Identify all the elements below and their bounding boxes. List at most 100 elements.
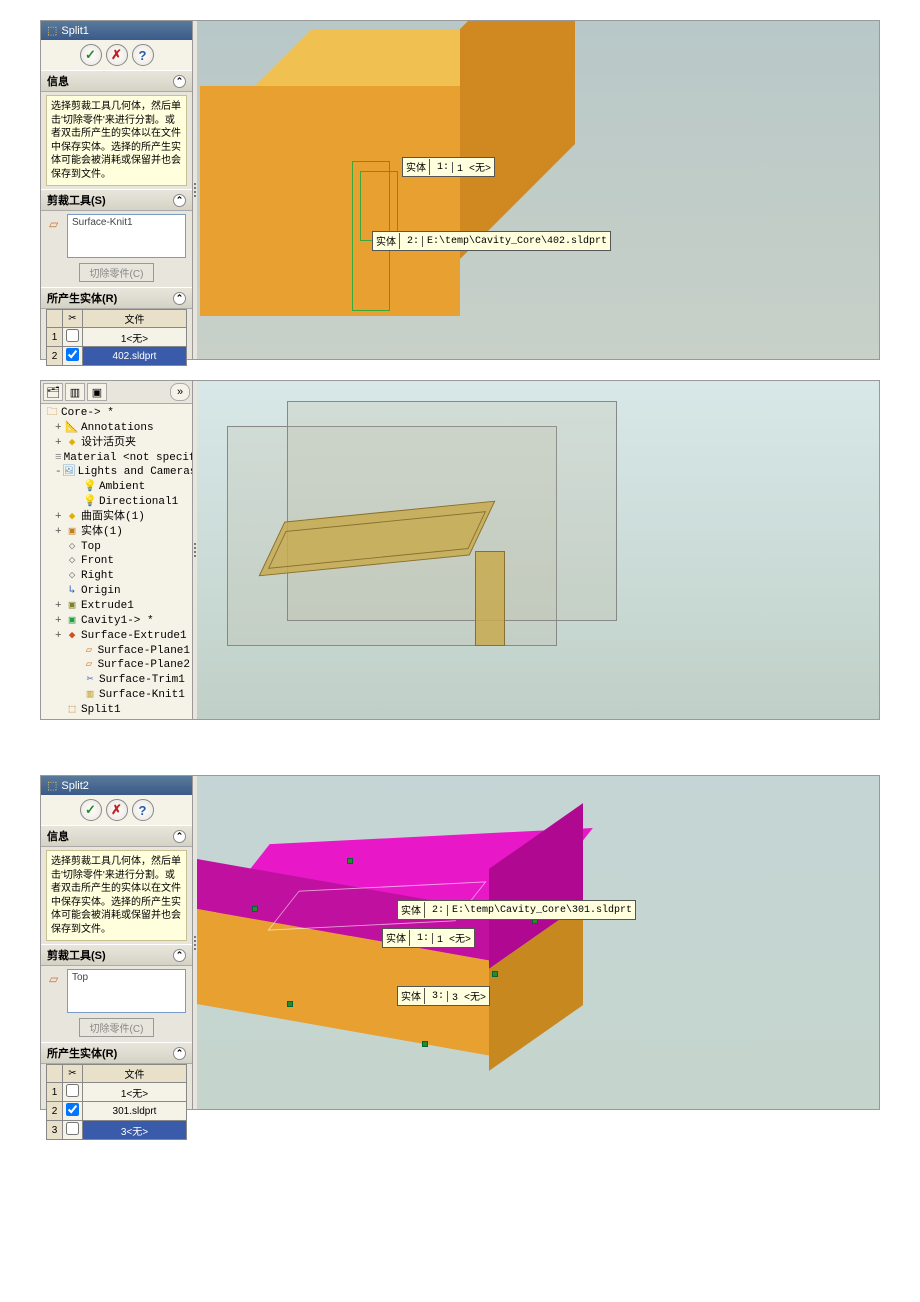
expand-icon[interactable]: + <box>55 436 65 451</box>
tree-item-icon: ▥ <box>83 688 97 703</box>
title-text: Split2 <box>61 780 89 792</box>
body-callout-3[interactable]: 实体 3: 3 <无> <box>397 986 490 1006</box>
tree-root[interactable]: 🗀 Core-> * <box>43 406 190 421</box>
tree-item[interactable]: 💡Directional1 <box>43 495 190 510</box>
help-button[interactable]: ? <box>132 799 154 821</box>
info-text: 选择剪裁工具几何体，然后单击'切除零件'来进行分割。或者双击所产生的实体以在文件… <box>46 95 187 186</box>
info-text: 选择剪裁工具几何体，然后单击'切除零件'来进行分割。或者双击所产生的实体以在文件… <box>46 850 187 941</box>
tree-item-icon: ◆ <box>65 629 79 644</box>
tree-item[interactable]: -🖼Lights and Cameras <box>43 465 190 480</box>
tree-item-icon: ▱ <box>82 658 95 673</box>
tree-item[interactable]: +▣实体(1) <box>43 525 190 540</box>
tree-item[interactable]: ◇Right <box>43 569 190 584</box>
table-row[interactable]: 2 301.sldprt <box>47 1102 187 1121</box>
tree-tabs[interactable]: 🗂 ▥ ▣ » <box>41 381 192 404</box>
tree-item[interactable]: +▣Extrude1 <box>43 599 190 614</box>
tree-item[interactable]: ✂Surface-Trim1 <box>43 673 190 688</box>
tree-item-label: 实体(1) <box>81 525 123 540</box>
feature-title: Split1 <box>41 21 192 40</box>
tree-item-label: Surface-Plane1 <box>98 644 190 659</box>
body-callout-1[interactable]: 实体 1: 1 <无> <box>402 157 495 177</box>
tab-expand[interactable]: » <box>170 383 190 401</box>
cancel-button[interactable]: ✗ <box>106 44 128 66</box>
selection-handle[interactable] <box>422 1041 428 1047</box>
tree-item[interactable]: ◇Front <box>43 554 190 569</box>
table-row[interactable]: 1 1<无> <box>47 328 187 347</box>
tree-item[interactable]: +◆设计活页夹 <box>43 436 190 451</box>
expand-icon[interactable]: + <box>55 421 65 436</box>
info-header[interactable]: 信息 ⌃ <box>41 825 192 847</box>
tree-item-icon: ⬚ <box>65 703 79 718</box>
tree-item[interactable]: 💡Ambient <box>43 480 190 495</box>
tree-item-icon: ▱ <box>82 644 95 659</box>
table-row[interactable]: 1 1<无> <box>47 1083 187 1102</box>
collapse-icon[interactable]: ⌃ <box>173 292 186 305</box>
title-text: Split1 <box>61 25 89 37</box>
ok-button[interactable]: ✓ <box>80 799 102 821</box>
viewport[interactable] <box>197 381 879 719</box>
selection-handle[interactable] <box>252 906 258 912</box>
cancel-button[interactable]: ✗ <box>106 799 128 821</box>
tree-item[interactable]: ▱Surface-Plane2 <box>43 658 190 673</box>
tree-item[interactable]: +◆Surface-Extrude1 <box>43 629 190 644</box>
viewport[interactable]: 实体 1: 1 <无> 实体 2: E:\temp\Cavity_Core\30… <box>197 776 879 1109</box>
help-button[interactable]: ? <box>132 44 154 66</box>
collapse-icon[interactable]: ⌃ <box>173 75 186 88</box>
resulting-bodies-header[interactable]: 所产生实体(R) ⌃ <box>41 287 192 309</box>
cut-part-button[interactable]: 切除零件(C) <box>79 263 155 282</box>
tree-item-icon: ✂ <box>83 673 97 688</box>
body-callout-2[interactable]: 实体 2: E:\temp\Cavity_Core\301.sldprt <box>397 900 636 920</box>
tree-item[interactable]: +▣Cavity1-> * <box>43 614 190 629</box>
selection-handle[interactable] <box>287 1001 293 1007</box>
expand-icon[interactable]: + <box>55 629 65 644</box>
info-header[interactable]: 信息 ⌃ <box>41 70 192 92</box>
viewport[interactable]: 实体 1: 1 <无> 实体 2: E:\temp\Cavity_Core\40… <box>197 21 879 359</box>
tree-item[interactable]: ↳Origin <box>43 584 190 599</box>
tree-item[interactable]: ▱Surface-Plane1 <box>43 644 190 659</box>
trim-tools-header[interactable]: 剪裁工具(S) ⌃ <box>41 944 192 966</box>
tree-item-label: Directional1 <box>99 495 178 510</box>
row-checkbox[interactable] <box>66 329 79 342</box>
expand-icon[interactable]: - <box>55 465 62 480</box>
tab-feature-tree[interactable]: 🗂 <box>43 383 63 401</box>
row-checkbox[interactable] <box>66 348 79 361</box>
tab-display[interactable]: ▣ <box>87 383 107 401</box>
collapse-icon[interactable]: ⌃ <box>173 194 186 207</box>
ok-button[interactable]: ✓ <box>80 44 102 66</box>
table-row[interactable]: 3 3<无> <box>47 1121 187 1140</box>
tree-item[interactable]: ⬚Split1 <box>43 703 190 718</box>
tree-item[interactable]: ◇Top <box>43 540 190 555</box>
resulting-bodies-header[interactable]: 所产生实体(R) ⌃ <box>41 1042 192 1064</box>
tab-config[interactable]: ▥ <box>65 383 85 401</box>
expand-icon[interactable]: + <box>55 510 65 525</box>
feature-title: Split2 <box>41 776 192 795</box>
trim-tool-list[interactable]: Surface-Knit1 <box>67 214 186 258</box>
table-row[interactable]: 2 402.sldprt <box>47 347 187 366</box>
tree-item[interactable]: ▥Surface-Knit1 <box>43 688 190 703</box>
bodies-table[interactable]: ✂ 文件 1 1<无> 2 301.sldprt 3 3<无> <box>46 1064 187 1140</box>
feature-tree[interactable]: 🗀 Core-> * +📐Annotations+◆设计活页夹≡Material… <box>41 404 192 719</box>
tree-item[interactable]: +📐Annotations <box>43 421 190 436</box>
body-callout-1[interactable]: 实体 1: 1 <无> <box>382 928 475 948</box>
tree-item[interactable]: +◆曲面实体(1) <box>43 510 190 525</box>
tree-item-label: Origin <box>81 584 121 599</box>
tree-item-icon: ≡ <box>55 451 62 466</box>
body-callout-2[interactable]: 实体 2: E:\temp\Cavity_Core\402.sldprt <box>372 231 611 251</box>
bodies-table[interactable]: ✂ 文件 1 1<无> 2 402.sldprt <box>46 309 187 366</box>
selection-handle[interactable] <box>492 971 498 977</box>
expand-icon[interactable]: + <box>55 525 65 540</box>
collapse-icon[interactable]: ⌃ <box>173 949 186 962</box>
trim-tool-list[interactable]: Top <box>67 969 186 1013</box>
row-checkbox[interactable] <box>66 1103 79 1116</box>
collapse-icon[interactable]: ⌃ <box>173 830 186 843</box>
split-icon <box>47 779 57 792</box>
selection-handle[interactable] <box>347 858 353 864</box>
cut-part-button[interactable]: 切除零件(C) <box>79 1018 155 1037</box>
expand-icon[interactable]: + <box>55 614 65 629</box>
collapse-icon[interactable]: ⌃ <box>173 1047 186 1060</box>
row-checkbox[interactable] <box>66 1084 79 1097</box>
tree-item[interactable]: ≡Material <not specifi <box>43 451 190 466</box>
row-checkbox[interactable] <box>66 1122 79 1135</box>
trim-tools-header[interactable]: 剪裁工具(S) ⌃ <box>41 189 192 211</box>
expand-icon[interactable]: + <box>55 599 65 614</box>
